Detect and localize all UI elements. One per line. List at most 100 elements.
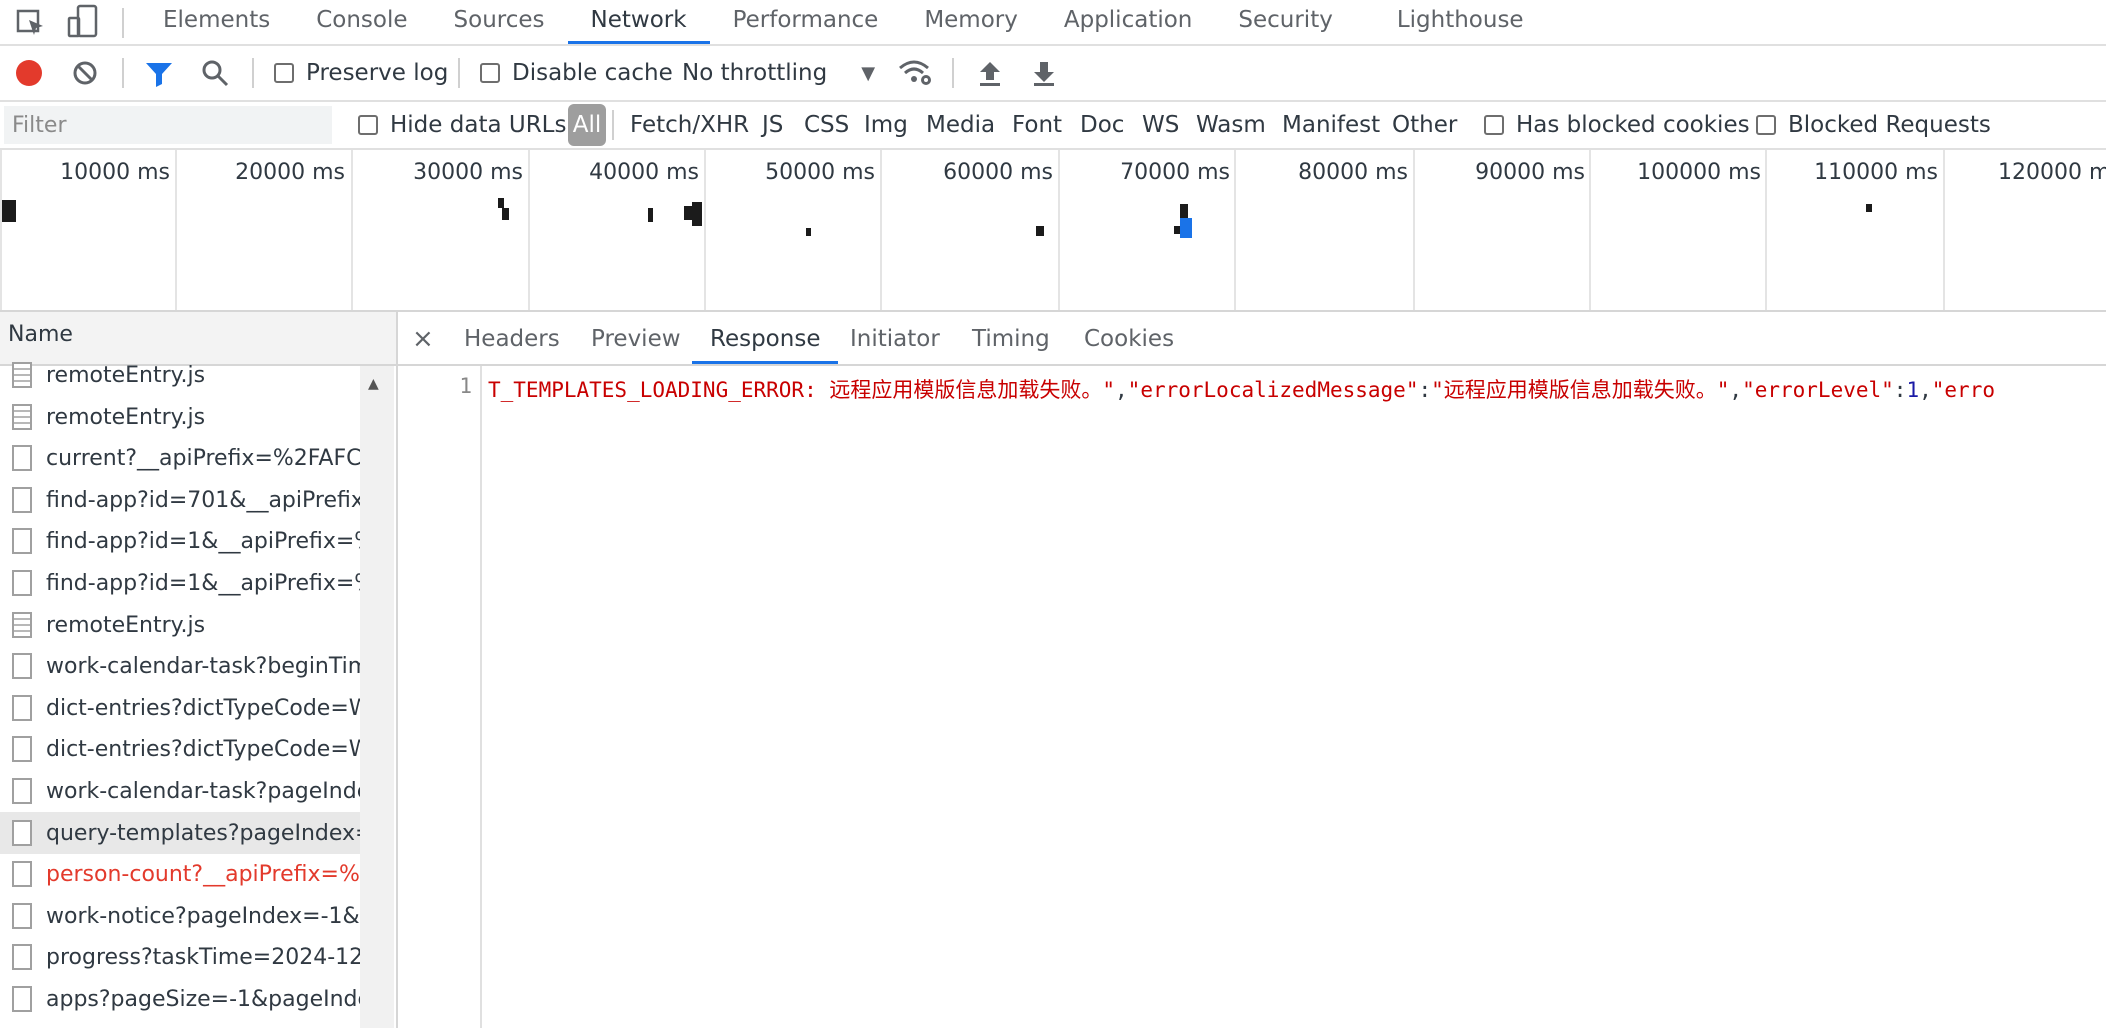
request-row[interactable]: work-notice?pageIndex=-1&p... [0, 895, 360, 937]
checkbox-box[interactable] [1756, 115, 1776, 135]
request-mark [502, 208, 509, 220]
hide-data-urls-label: Hide data URLs [390, 112, 567, 138]
throttling-select[interactable]: No throttling ▼ [682, 46, 875, 100]
filter-type-manifest[interactable]: Manifest [1282, 102, 1380, 148]
request-row[interactable]: find-app?id=1&__apiPrefix=%... [0, 520, 360, 562]
filter-type-img[interactable]: Img [864, 102, 908, 148]
filter-type-other[interactable]: Other [1392, 102, 1457, 148]
inspect-element-icon[interactable] [16, 8, 46, 38]
close-detail-button[interactable]: × [412, 312, 434, 364]
json-key: "errorLocalizedMessage" [1127, 378, 1419, 402]
checkbox-box[interactable] [1484, 115, 1504, 135]
tab-network[interactable]: Network [567, 0, 710, 44]
filter-type-js[interactable]: JS [762, 102, 783, 148]
throttling-value: No throttling [682, 60, 828, 86]
request-name: work-calendar-task?pageInde... [46, 778, 360, 804]
tab-performance[interactable]: Performance [710, 0, 902, 44]
detail-tab-cookies[interactable]: Cookies [1084, 312, 1174, 364]
filter-type-ws[interactable]: WS [1142, 102, 1179, 148]
checkbox-box[interactable] [274, 63, 294, 83]
request-row[interactable]: remoteEntry.js [0, 604, 360, 646]
filter-type-doc[interactable]: Doc [1080, 102, 1124, 148]
device-toolbar-icon[interactable] [66, 4, 100, 40]
disable-cache-checkbox[interactable]: Disable cache [480, 46, 673, 100]
request-row[interactable]: current?__apiPrefix=%2FAFCE... [0, 437, 360, 479]
request-row[interactable]: find-app?id=701&__apiPrefix... [0, 479, 360, 521]
tab-memory[interactable]: Memory [901, 0, 1041, 44]
detail-tab-response[interactable]: Response [692, 312, 839, 364]
request-row[interactable]: person-count?__apiPrefix=%2... [0, 853, 360, 895]
request-name: find-app?id=701&__apiPrefix... [46, 487, 360, 513]
import-har-icon[interactable] [976, 58, 1004, 88]
filter-type-media[interactable]: Media [926, 102, 995, 148]
scroll-up-icon[interactable]: ▲ [368, 376, 379, 392]
request-row[interactable]: dict-entries?dictTypeCode=W... [0, 728, 360, 770]
clear-icon[interactable] [72, 60, 98, 86]
request-list-scrollbar[interactable]: ▲ [360, 366, 394, 1028]
detail-tab-preview[interactable]: Preview [591, 312, 681, 364]
tab-security[interactable]: Security [1215, 0, 1355, 44]
request-row[interactable]: find-app?id=1&__apiPrefix=%... [0, 562, 360, 604]
record-button[interactable] [16, 60, 42, 86]
request-name: find-app?id=1&__apiPrefix=%... [46, 528, 360, 554]
name-column-header[interactable]: Name [8, 322, 73, 347]
request-name: apps?pageSize=-1&pageInde... [46, 986, 360, 1012]
filter-type-fetch-xhr[interactable]: Fetch/XHR [630, 102, 749, 148]
filter-type-css[interactable]: CSS [804, 102, 849, 148]
file-icon [12, 986, 32, 1012]
request-mark [1174, 226, 1180, 234]
network-overview-timeline[interactable]: 10000 ms 20000 ms 30000 ms 40000 ms 5000… [0, 150, 2106, 312]
tick-label: 50000 ms [765, 160, 875, 185]
request-mark [1866, 204, 1872, 212]
json-string: T_TEMPLATES_LOADING_ERROR: 远程应用模版信息加载失败。… [488, 378, 1116, 402]
filter-type-all[interactable]: All [568, 104, 606, 146]
tab-application[interactable]: Application [1041, 0, 1216, 44]
request-name: current?__apiPrefix=%2FAFCE... [46, 445, 360, 471]
json-punct: : [1893, 378, 1907, 402]
request-row[interactable]: apps?pageSize=-1&pageInde... [0, 978, 360, 1020]
hide-data-urls-checkbox[interactable]: Hide data URLs [358, 102, 566, 148]
has-blocked-cookies-checkbox[interactable]: Has blocked cookies [1484, 102, 1750, 148]
request-row[interactable]: dict-entries?dictTypeCode=W... [0, 687, 360, 729]
checkbox-box[interactable] [358, 115, 378, 135]
request-name: work-notice?pageIndex=-1&p... [46, 903, 360, 929]
filter-type-font[interactable]: Font [1012, 102, 1062, 148]
request-detail-panel: × Headers Preview Response Initiator Tim… [398, 312, 2106, 1028]
response-body[interactable]: T_TEMPLATES_LOADING_ERROR: 远程应用模版信息加载失败。… [488, 374, 1995, 404]
tab-elements[interactable]: Elements [140, 0, 293, 44]
filter-type-wasm[interactable]: Wasm [1196, 102, 1266, 148]
request-row[interactable]: remoteEntry.js [0, 354, 360, 396]
detail-tab-initiator[interactable]: Initiator [850, 312, 940, 364]
request-row[interactable]: query-templates?pageIndex=... [0, 812, 360, 854]
tick-label: 70000 ms [1120, 160, 1230, 185]
checkbox-box[interactable] [480, 63, 500, 83]
search-icon[interactable] [200, 58, 230, 88]
blocked-requests-checkbox[interactable]: Blocked Requests [1756, 102, 1991, 148]
json-punct: , [1919, 378, 1932, 402]
timeline-tick [1943, 150, 1945, 310]
file-icon [12, 445, 32, 471]
request-row[interactable]: progress?taskTime=2024-12-... [0, 936, 360, 978]
tab-console[interactable]: Console [293, 0, 430, 44]
detail-tab-headers[interactable]: Headers [464, 312, 560, 364]
preserve-log-checkbox[interactable]: Preserve log [274, 46, 448, 100]
tab-sources[interactable]: Sources [431, 0, 568, 44]
script-file-icon [12, 612, 32, 638]
tick-label: 20000 ms [235, 160, 345, 185]
request-row[interactable]: remoteEntry.js [0, 396, 360, 438]
file-icon [12, 736, 32, 762]
tab-lighthouse[interactable]: Lighthouse [1374, 0, 1547, 44]
request-row[interactable]: work-calendar-task?beginTim... [0, 645, 360, 687]
network-conditions-icon[interactable] [898, 58, 934, 88]
detail-tab-timing[interactable]: Timing [972, 312, 1050, 364]
request-name: work-calendar-task?beginTim... [46, 653, 360, 679]
request-name: remoteEntry.js [46, 612, 206, 638]
request-row[interactable]: work-calendar-task?pageInde... [0, 770, 360, 812]
request-mark [498, 198, 504, 208]
filter-input[interactable] [4, 106, 332, 144]
filter-icon[interactable] [144, 60, 174, 88]
devtools-tab-bar: Elements Console Sources Network Perform… [0, 0, 2106, 46]
export-har-icon[interactable] [1030, 58, 1058, 88]
request-mark [2, 200, 16, 222]
request-name: dict-entries?dictTypeCode=W... [46, 695, 360, 721]
